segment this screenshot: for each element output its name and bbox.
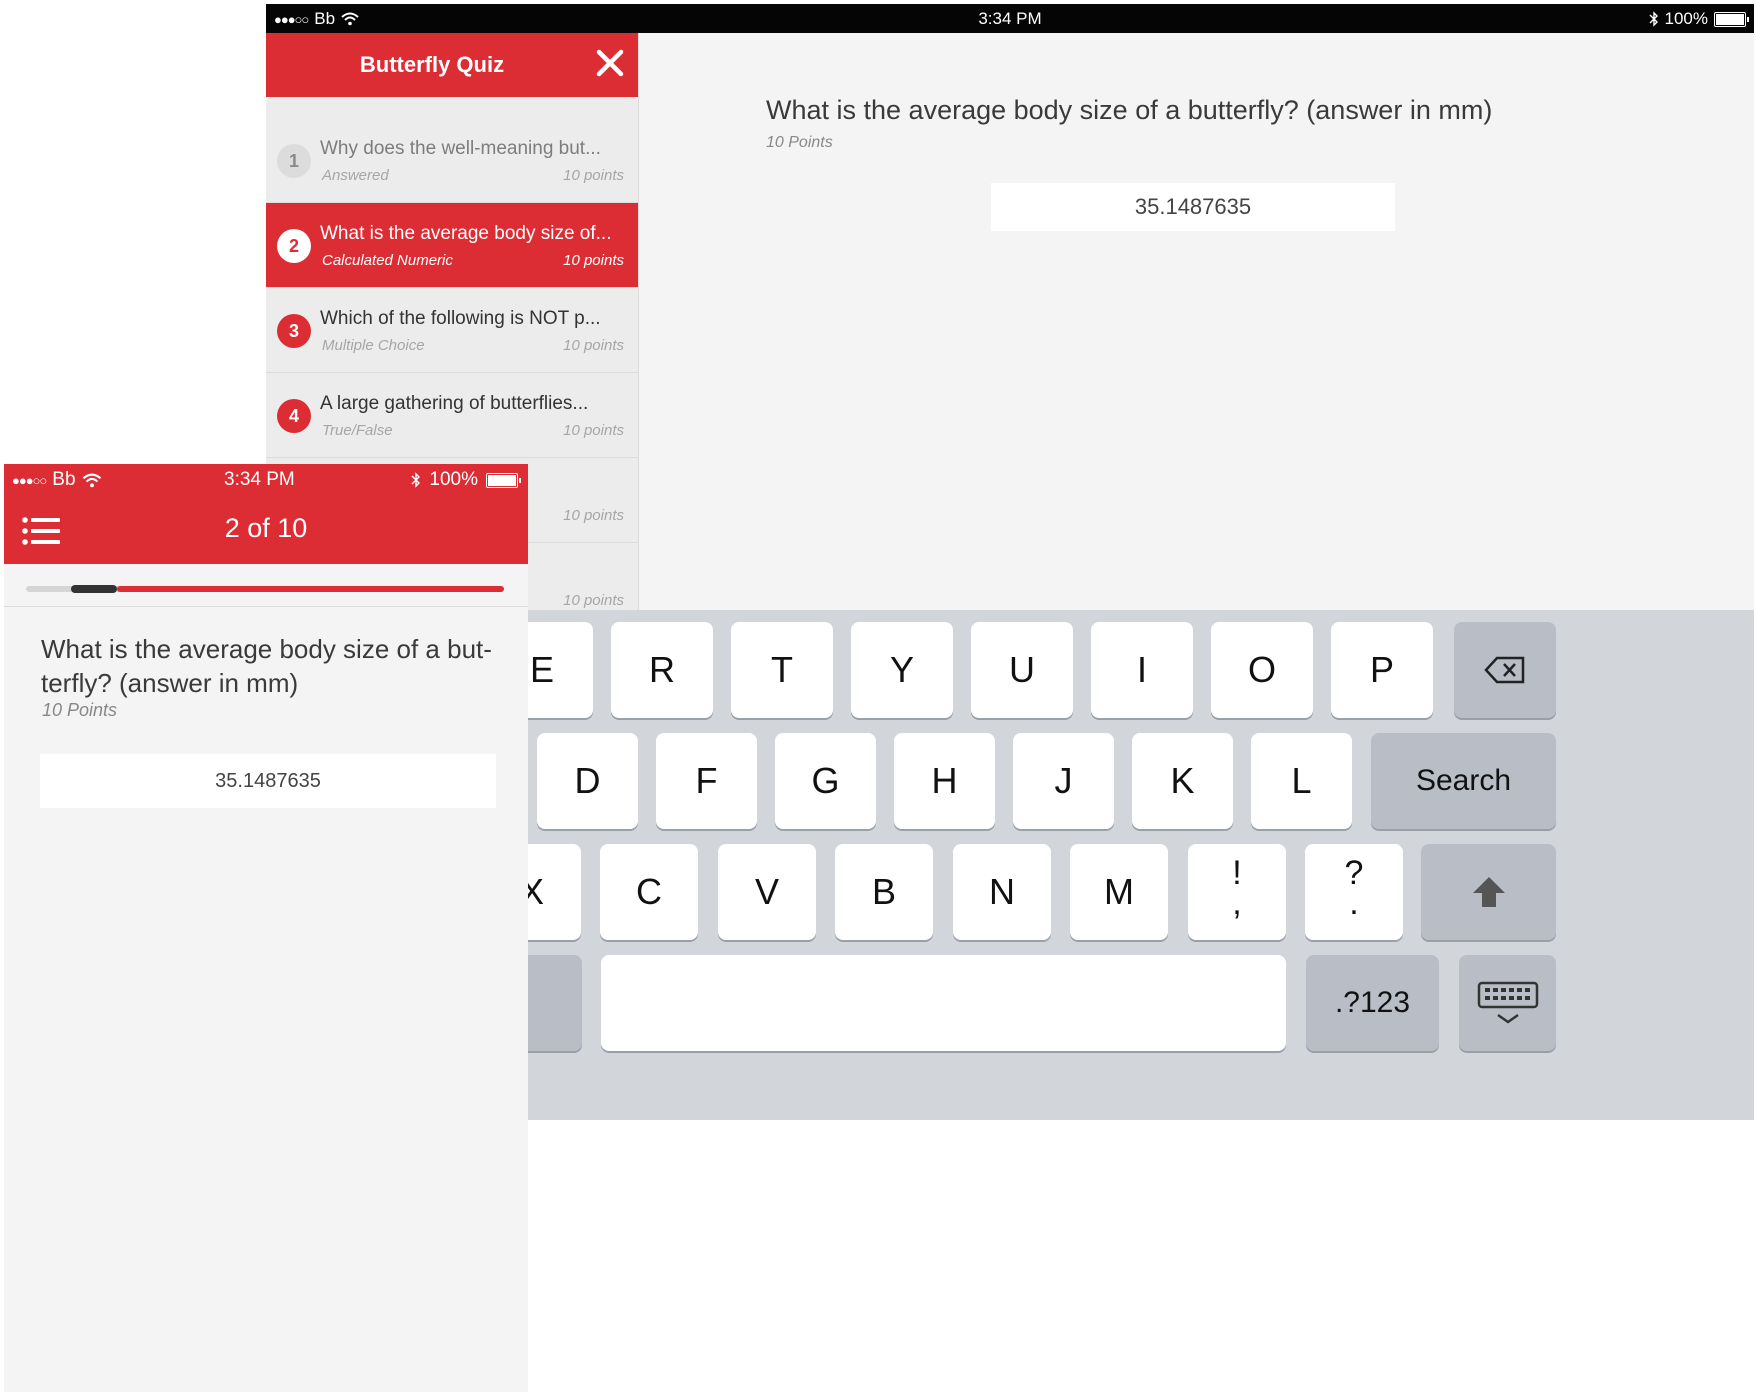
sidebar-header: Butterfly Quiz bbox=[266, 33, 638, 97]
phone-status-bar: ●●●○○ Bb 3:34 PM 100% bbox=[4, 464, 528, 496]
divider bbox=[4, 606, 528, 607]
key-i[interactable]: I bbox=[1091, 622, 1193, 718]
answer-input[interactable] bbox=[991, 183, 1395, 231]
question-number-badge: 2 bbox=[277, 229, 311, 263]
quiz-title: Butterfly Quiz bbox=[359, 52, 505, 77]
carrier-label: Bb bbox=[52, 469, 76, 490]
key-g[interactable]: G bbox=[775, 733, 876, 829]
question-type: Calculated Numeric bbox=[322, 252, 453, 269]
question-list-item[interactable]: 3 Which of the following is NOT p... Multi… bbox=[266, 288, 638, 373]
question-number-badge: 1 bbox=[277, 144, 311, 178]
wifi-icon bbox=[82, 473, 101, 487]
close-icon[interactable] bbox=[594, 45, 626, 81]
key-l[interactable]: L bbox=[1251, 733, 1352, 829]
key-exclaim-comma[interactable]: !, bbox=[1188, 844, 1286, 940]
status-time: 3:34 PM bbox=[224, 469, 295, 490]
question-number-badge: 3 bbox=[277, 314, 311, 348]
question-list-item[interactable]: 1 Why does the well-meaning but... Answere… bbox=[266, 118, 638, 203]
question-number-badge: 4 bbox=[277, 399, 311, 433]
battery-percent: 100% bbox=[429, 469, 478, 490]
hide-keyboard-key[interactable] bbox=[1459, 955, 1556, 1051]
question-list-item[interactable]: 4 A large gathering of butterflies... True… bbox=[266, 373, 638, 458]
answer-input[interactable] bbox=[40, 754, 496, 808]
key-n[interactable]: N bbox=[953, 844, 1051, 940]
phone-header: 2 of 10 bbox=[4, 496, 528, 564]
question-points: 10 points bbox=[563, 592, 624, 609]
key-y[interactable]: Y bbox=[851, 622, 953, 718]
key-h[interactable]: H bbox=[894, 733, 995, 829]
question-points: 10 points bbox=[563, 167, 624, 184]
question-text: What is the average body size of a butte… bbox=[766, 95, 1493, 125]
key-v[interactable]: V bbox=[718, 844, 816, 940]
numbers-key[interactable]: .?123 bbox=[1306, 955, 1439, 1051]
space-bar[interactable] bbox=[601, 955, 1286, 1051]
phone-screen: ●●●○○ Bb 3:34 PM 100% 2 of 10 What is th… bbox=[4, 464, 528, 1392]
key-k[interactable]: K bbox=[1132, 733, 1233, 829]
key-d[interactable]: D bbox=[537, 733, 638, 829]
key-question-period[interactable]: ?. bbox=[1305, 844, 1403, 940]
backspace-icon bbox=[1484, 656, 1525, 684]
keyboard-dismiss-icon bbox=[1477, 981, 1538, 1024]
question-title: Why does the well-meaning but... bbox=[320, 138, 601, 159]
question-points: 10 points bbox=[563, 252, 624, 269]
progress-handle[interactable] bbox=[71, 585, 118, 593]
question-points: 10 points bbox=[563, 507, 624, 524]
question-type: True/False bbox=[322, 422, 393, 439]
backspace-key[interactable] bbox=[1454, 622, 1556, 718]
battery-percent: 100% bbox=[1664, 9, 1708, 28]
question-list-item[interactable]: 2 What is the average body size of... Calc… bbox=[266, 203, 638, 288]
key-secondary: . bbox=[1349, 884, 1359, 922]
key-j[interactable]: J bbox=[1013, 733, 1114, 829]
question-points: 10 Points bbox=[42, 700, 118, 720]
key-r[interactable]: R bbox=[611, 622, 713, 718]
key-p[interactable]: P bbox=[1331, 622, 1433, 718]
question-panel: What is the average body size of a butte… bbox=[638, 33, 1754, 613]
key-m[interactable]: M bbox=[1070, 844, 1168, 940]
battery-icon bbox=[1714, 11, 1749, 27]
shift-icon bbox=[1472, 877, 1505, 907]
question-points: 10 points bbox=[563, 337, 624, 354]
signal-icon: ●●●○○ bbox=[12, 472, 47, 488]
tablet-status-bar: ●●●○○ Bb 3:34 PM 100% bbox=[266, 4, 1754, 33]
bluetooth-icon bbox=[411, 472, 421, 488]
search-key[interactable]: Search bbox=[1371, 733, 1556, 829]
bluetooth-icon bbox=[1649, 11, 1658, 27]
question-type: Multiple Choice bbox=[322, 337, 425, 354]
question-type: Answered bbox=[322, 167, 389, 184]
question-title: Which of the following is NOT p... bbox=[320, 308, 601, 329]
status-time: 3:34 PM bbox=[978, 9, 1042, 28]
shift-key[interactable] bbox=[1421, 844, 1556, 940]
progress-bar[interactable] bbox=[26, 585, 504, 593]
key-t[interactable]: T bbox=[731, 622, 833, 718]
question-counter: 2 of 10 bbox=[224, 513, 308, 543]
key-o[interactable]: O bbox=[1211, 622, 1313, 718]
question-points: 10 Points bbox=[766, 134, 833, 151]
question-title: A large gathering of butterflies... bbox=[320, 393, 589, 414]
key-c[interactable]: C bbox=[600, 844, 698, 940]
question-points: 10 points bbox=[563, 422, 624, 439]
key-u[interactable]: U bbox=[971, 622, 1073, 718]
key-f[interactable]: F bbox=[656, 733, 757, 829]
battery-icon bbox=[486, 472, 521, 488]
question-title: What is the average body size of... bbox=[320, 223, 612, 244]
key-secondary: , bbox=[1232, 884, 1242, 922]
progress-fill bbox=[116, 586, 504, 592]
key-b[interactable]: B bbox=[835, 844, 933, 940]
question-text: What is the average body size of a but-t… bbox=[41, 634, 492, 698]
